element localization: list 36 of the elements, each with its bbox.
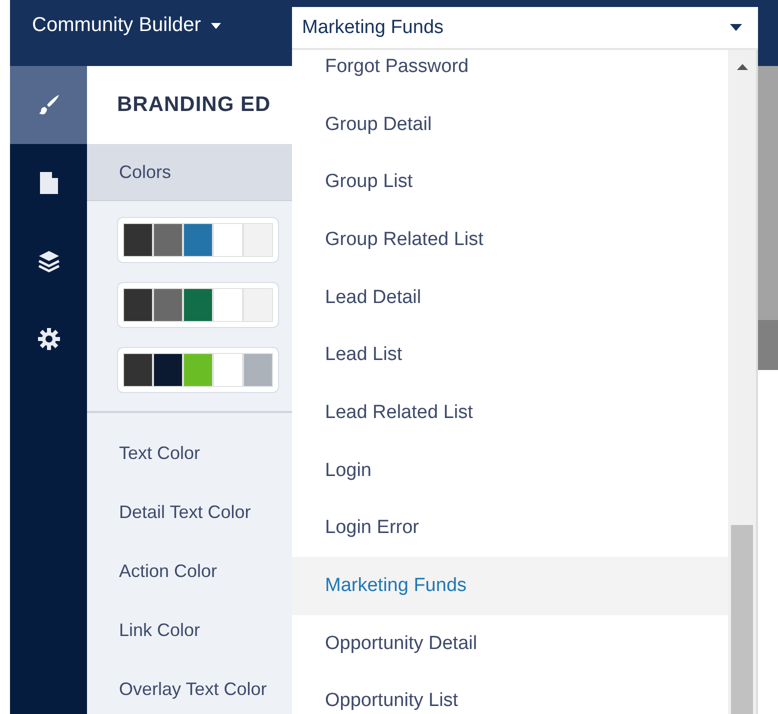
caret-icon [730, 24, 742, 31]
menu-item[interactable]: Lead List [292, 326, 728, 384]
color-field-label: Text Color [119, 443, 202, 463]
section-title: Colors [119, 162, 172, 182]
page-icon [38, 171, 58, 195]
color-palette[interactable] [117, 217, 279, 263]
color-field-label: Overlay Text Color [119, 679, 268, 699]
scroll-up-icon[interactable] [737, 64, 748, 70]
color-field-label: Link Color [119, 620, 202, 640]
community-builder-menu[interactable]: Community Builder [10, 0, 221, 37]
menu-item[interactable]: Lead Related List [292, 384, 728, 442]
menu-item[interactable]: Group List [292, 153, 728, 212]
preview-band [758, 320, 778, 370]
scrollbar-thumb[interactable] [731, 525, 753, 714]
color-palette[interactable] [117, 347, 279, 393]
color-field-label: Action Color [119, 561, 218, 581]
caret-icon [210, 22, 221, 28]
menu-item[interactable]: Opportunity Detail [292, 614, 728, 673]
select-value: Marketing Funds [302, 16, 444, 38]
menu-item[interactable]: Group Related List [292, 211, 728, 269]
scrollbar[interactable] [728, 50, 758, 714]
color-palette[interactable] [117, 282, 279, 328]
menu-item[interactable]: Group Detail [292, 96, 728, 154]
menu-item[interactable]: Opportunity List [292, 672, 728, 714]
menu-item[interactable]: Marketing Funds [292, 557, 728, 615]
menu-item[interactable]: Lead Detail [292, 268, 728, 326]
brush-icon [36, 93, 60, 117]
menu-item[interactable]: Forgot Password [292, 50, 728, 96]
layers-icon [36, 249, 60, 273]
menu-item[interactable]: Login Error [292, 500, 728, 558]
menu-item[interactable]: Login [292, 442, 728, 500]
section-header[interactable]: Colors [87, 144, 292, 201]
settings-icon [36, 327, 60, 351]
page-select[interactable]: Marketing Funds [292, 7, 758, 50]
panel-title: BRANDING ED [117, 93, 271, 117]
color-field-label: Detail Text Color [119, 502, 252, 522]
